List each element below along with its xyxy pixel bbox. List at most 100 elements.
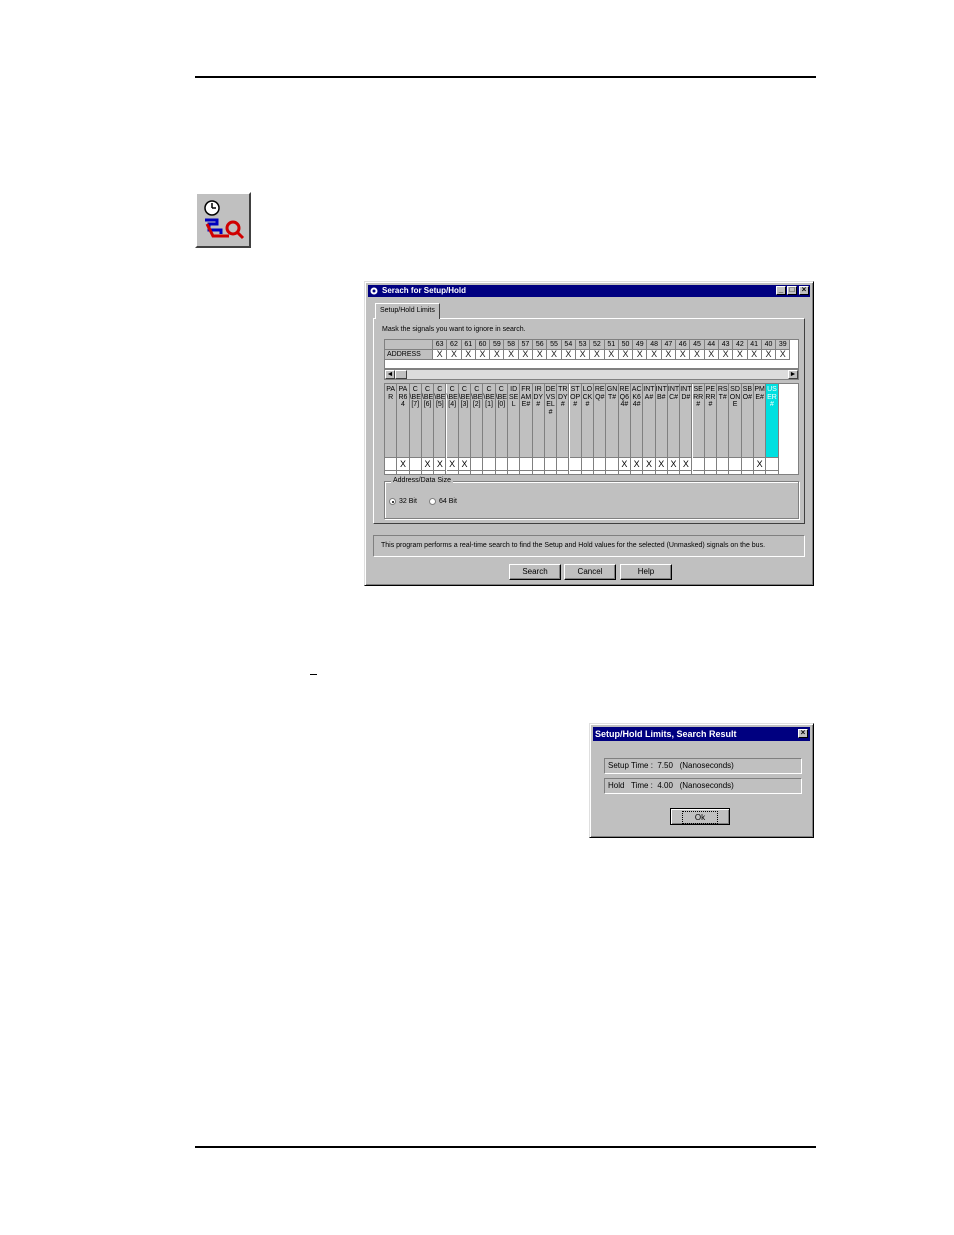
address-mask-cell[interactable]: X bbox=[475, 350, 491, 360]
signal-column[interactable]: SERR# bbox=[692, 384, 705, 474]
signal-column[interactable]: STOP# bbox=[569, 384, 582, 474]
signal-column[interactable]: C\BE[7] bbox=[409, 384, 422, 474]
signal-column[interactable]: INTD# X bbox=[680, 384, 693, 474]
signal-name[interactable]: PAR64 bbox=[397, 384, 409, 458]
address-mask-cell[interactable]: X bbox=[618, 350, 634, 360]
signal-column[interactable]: PERR# bbox=[704, 384, 718, 474]
radio-64-bit-indicator[interactable] bbox=[429, 498, 436, 505]
signal-mask-cell[interactable] bbox=[693, 458, 704, 470]
signal-mask-cell[interactable] bbox=[705, 458, 716, 470]
signal-name[interactable]: INTA# bbox=[643, 384, 655, 458]
address-mask-cell[interactable]: X bbox=[661, 350, 677, 360]
result-titlebar[interactable]: Setup/Hold Limits, Search Result × bbox=[593, 727, 810, 741]
signal-name[interactable]: PME# bbox=[754, 384, 766, 458]
signal-mask-cell[interactable] bbox=[520, 458, 531, 470]
signal-column[interactable]: TRDY# bbox=[557, 384, 570, 474]
signal-column[interactable]: SBO# bbox=[741, 384, 754, 474]
signal-column[interactable]: SDONE bbox=[729, 384, 742, 474]
window-system-icon[interactable] bbox=[370, 287, 378, 295]
address-mask-cell[interactable]: X bbox=[676, 350, 691, 360]
signal-mask-cell[interactable]: X bbox=[459, 458, 470, 470]
address-mask-cell[interactable]: X bbox=[518, 350, 534, 360]
address-mask-cell[interactable]: X bbox=[647, 350, 662, 360]
signal-name[interactable]: LOCK# bbox=[581, 384, 594, 458]
signal-column[interactable]: USER# bbox=[766, 384, 779, 474]
signal-mask-cell[interactable]: X bbox=[447, 458, 458, 470]
signal-mask-cell[interactable] bbox=[594, 458, 605, 470]
signal-mask-cell[interactable] bbox=[496, 458, 507, 470]
minimize-icon[interactable]: _ bbox=[776, 286, 786, 295]
signal-name[interactable]: DEVSEL# bbox=[544, 384, 557, 458]
signal-column[interactable]: PAR bbox=[385, 384, 398, 474]
signal-column[interactable]: C\BE[6] X bbox=[421, 384, 435, 474]
signal-column[interactable]: INTB# X bbox=[655, 384, 668, 474]
signal-column[interactable]: RST# bbox=[717, 384, 730, 474]
address-mask-cell[interactable]: X bbox=[461, 350, 476, 360]
help-button[interactable]: Help bbox=[620, 564, 672, 580]
signal-name[interactable]: C\BE[5] bbox=[434, 384, 446, 458]
signal-column[interactable]: PAR64 X bbox=[397, 384, 410, 474]
signal-mask-cell[interactable]: X bbox=[619, 458, 630, 470]
search-button[interactable]: Search bbox=[509, 564, 561, 580]
signal-column[interactable]: IDSEL bbox=[508, 384, 521, 474]
signal-column[interactable]: INTA# X bbox=[643, 384, 656, 474]
signal-mask-cell[interactable] bbox=[729, 458, 740, 470]
signal-mask-cell[interactable] bbox=[766, 458, 777, 470]
signal-mask-cell[interactable] bbox=[483, 458, 494, 470]
signal-name[interactable]: PERR# bbox=[704, 384, 717, 458]
address-mask-cell[interactable]: X bbox=[690, 350, 705, 360]
address-mask-cell[interactable]: X bbox=[761, 350, 777, 360]
signal-mask-cell[interactable] bbox=[533, 458, 544, 470]
signal-mask-cell[interactable]: X bbox=[434, 458, 445, 470]
signal-mask-cell[interactable]: X bbox=[631, 458, 642, 470]
address-mask-cell[interactable]: X bbox=[561, 350, 576, 360]
signal-column[interactable]: C\BE[1] bbox=[483, 384, 496, 474]
address-mask-cell[interactable]: X bbox=[433, 350, 448, 360]
signal-column[interactable]: REQ64# X bbox=[618, 384, 631, 474]
address-mask-cell[interactable]: X bbox=[575, 350, 591, 360]
cancel-button[interactable]: Cancel bbox=[564, 564, 616, 580]
signal-mask-cell[interactable] bbox=[410, 458, 421, 470]
signal-mask-cell[interactable] bbox=[570, 458, 581, 470]
signal-mask-cell[interactable] bbox=[582, 458, 593, 470]
address-mask-cell[interactable]: X bbox=[490, 350, 505, 360]
signal-mask-cell[interactable]: X bbox=[422, 458, 433, 470]
signal-name[interactable]: C\BE[6] bbox=[421, 384, 434, 458]
signal-name[interactable]: C\BE[0] bbox=[495, 384, 507, 458]
address-mask-cell[interactable]: X bbox=[547, 350, 562, 360]
address-mask-cell[interactable]: X bbox=[776, 350, 791, 360]
signal-name[interactable]: C\BE[7] bbox=[409, 384, 421, 458]
signal-name[interactable]: C\BE[2] bbox=[471, 384, 483, 458]
signal-name[interactable]: C\BE[1] bbox=[483, 384, 495, 458]
signal-mask-cell[interactable] bbox=[557, 458, 568, 470]
signal-mask-cell[interactable] bbox=[385, 458, 396, 470]
address-mask-cell[interactable]: X bbox=[704, 350, 719, 360]
signal-name[interactable]: REQ# bbox=[594, 384, 606, 458]
signal-name[interactable]: STOP# bbox=[569, 384, 581, 458]
address-mask-cell[interactable]: X bbox=[504, 350, 519, 360]
signal-name[interactable]: INTC# bbox=[667, 384, 680, 458]
signal-mask-cell[interactable] bbox=[545, 458, 556, 470]
signal-name[interactable]: SERR# bbox=[692, 384, 704, 458]
signal-name[interactable]: C\BE[4] bbox=[446, 384, 458, 458]
signal-column[interactable]: C\BE[2] bbox=[471, 384, 484, 474]
signal-column[interactable]: C\BE[5] X bbox=[434, 384, 447, 474]
address-mask-cell[interactable]: X bbox=[733, 350, 748, 360]
dialog-titlebar[interactable]: Serach for Setup/Hold _ □ × bbox=[368, 285, 810, 297]
signal-column[interactable]: FRAME# bbox=[520, 384, 533, 474]
signal-column[interactable]: ACK64# X bbox=[631, 384, 644, 474]
signal-mask-cell[interactable]: X bbox=[680, 458, 691, 470]
signal-mask-cell[interactable] bbox=[471, 458, 482, 470]
signal-mask-cell[interactable]: X bbox=[643, 458, 654, 470]
address-mask-cell[interactable]: X bbox=[533, 350, 548, 360]
signal-column[interactable]: IRDY# bbox=[532, 384, 545, 474]
address-mask-cell[interactable]: X bbox=[590, 350, 605, 360]
signal-mask-cell[interactable]: X bbox=[656, 458, 667, 470]
signal-column[interactable]: DEVSEL# bbox=[544, 384, 558, 474]
signal-name[interactable]: IDSEL bbox=[508, 384, 520, 458]
maximize-icon[interactable]: □ bbox=[787, 286, 797, 295]
setup-hold-search-icon[interactable] bbox=[195, 192, 251, 248]
signal-name[interactable]: INTD# bbox=[680, 384, 692, 458]
signal-column[interactable]: C\BE[3] X bbox=[458, 384, 472, 474]
signal-column[interactable]: PME# X bbox=[754, 384, 767, 474]
